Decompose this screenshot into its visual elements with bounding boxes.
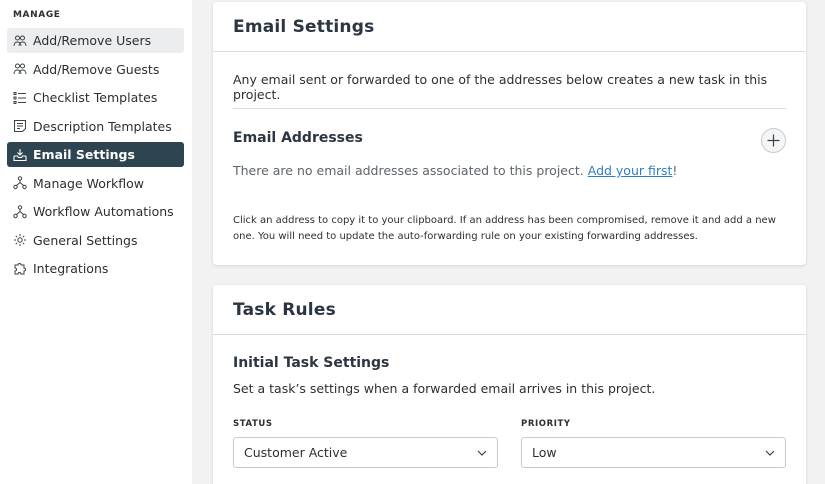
sidebar-item-integrations[interactable]: Integrations	[7, 256, 184, 281]
email-settings-card: Email Settings Any email sent or forward…	[213, 2, 806, 265]
sidebar-item-checklist-templates[interactable]: Checklist Templates	[7, 85, 184, 110]
sidebar: MANAGE Add/Remove Users Add/Remove Guest…	[0, 0, 192, 484]
add-first-address-link[interactable]: Add your first	[588, 163, 673, 178]
users-icon	[13, 34, 27, 48]
inbox-icon	[13, 148, 27, 162]
priority-value: Low	[532, 445, 557, 460]
task-rules-description: Set a task’s settings when a forwarded e…	[233, 381, 656, 396]
email-settings-title: Email Settings	[213, 2, 806, 52]
sidebar-item-label: General Settings	[33, 232, 138, 248]
sidebar-item-workflow-automations[interactable]: Workflow Automations	[7, 199, 184, 224]
sidebar-section-label: MANAGE	[13, 10, 61, 20]
guests-icon	[13, 62, 27, 76]
chevron-down-icon	[477, 450, 487, 456]
empty-addresses-message: There are no email addresses associated …	[233, 163, 677, 178]
sidebar-item-add-remove-users[interactable]: Add/Remove Users	[7, 28, 184, 53]
sidebar-item-manage-workflow[interactable]: Manage Workflow	[7, 171, 184, 196]
sidebar-item-email-settings[interactable]: Email Settings	[7, 142, 184, 167]
task-rules-card: Task Rules Initial Task Settings Set a t…	[213, 285, 806, 484]
sidebar-nav: Add/Remove Users Add/Remove Guests Check…	[7, 28, 184, 285]
sidebar-item-label: Integrations	[33, 261, 109, 276]
description-icon	[13, 119, 27, 133]
sidebar-item-label: Add/Remove Users	[33, 33, 152, 48]
sidebar-item-general-settings[interactable]: General Settings	[7, 228, 184, 253]
email-settings-intro: Any email sent or forwarded to one of th…	[233, 72, 768, 102]
sidebar-item-description-templates[interactable]: Description Templates	[7, 114, 184, 139]
sidebar-item-label: Add/Remove Guests	[33, 61, 160, 77]
puzzle-icon	[13, 262, 27, 276]
sidebar-item-label: Checklist Templates	[33, 90, 158, 105]
sidebar-item-label: Manage Workflow	[33, 175, 145, 191]
status-label: STATUS	[233, 419, 273, 429]
checklist-icon	[13, 91, 27, 105]
status-value: Customer Active	[244, 445, 348, 460]
email-addresses-heading: Email Addresses	[233, 130, 363, 146]
sidebar-item-label: Email Settings	[33, 147, 135, 162]
initial-task-settings-heading: Initial Task Settings	[233, 355, 390, 371]
automation-icon	[13, 204, 27, 219]
plus-icon	[767, 134, 780, 147]
sidebar-item-add-remove-guests[interactable]: Add/Remove Guests	[7, 57, 184, 82]
divider	[233, 108, 786, 109]
priority-label: PRIORITY	[521, 419, 571, 429]
empty-message-suffix: !	[672, 163, 678, 178]
gear-icon	[13, 233, 27, 247]
empty-message-text: There are no email addresses associated …	[233, 163, 584, 178]
chevron-down-icon	[765, 450, 775, 456]
email-help-text: Click an address to copy it to your clip…	[233, 215, 776, 242]
status-select[interactable]: Customer Active	[233, 437, 498, 468]
workflow-icon	[13, 176, 27, 190]
sidebar-item-label: Workflow Automations	[33, 204, 174, 219]
task-rules-title: Task Rules	[213, 285, 806, 335]
add-email-address-button[interactable]	[761, 128, 786, 153]
sidebar-item-label: Description Templates	[33, 118, 172, 134]
priority-select[interactable]: Low	[521, 437, 786, 468]
